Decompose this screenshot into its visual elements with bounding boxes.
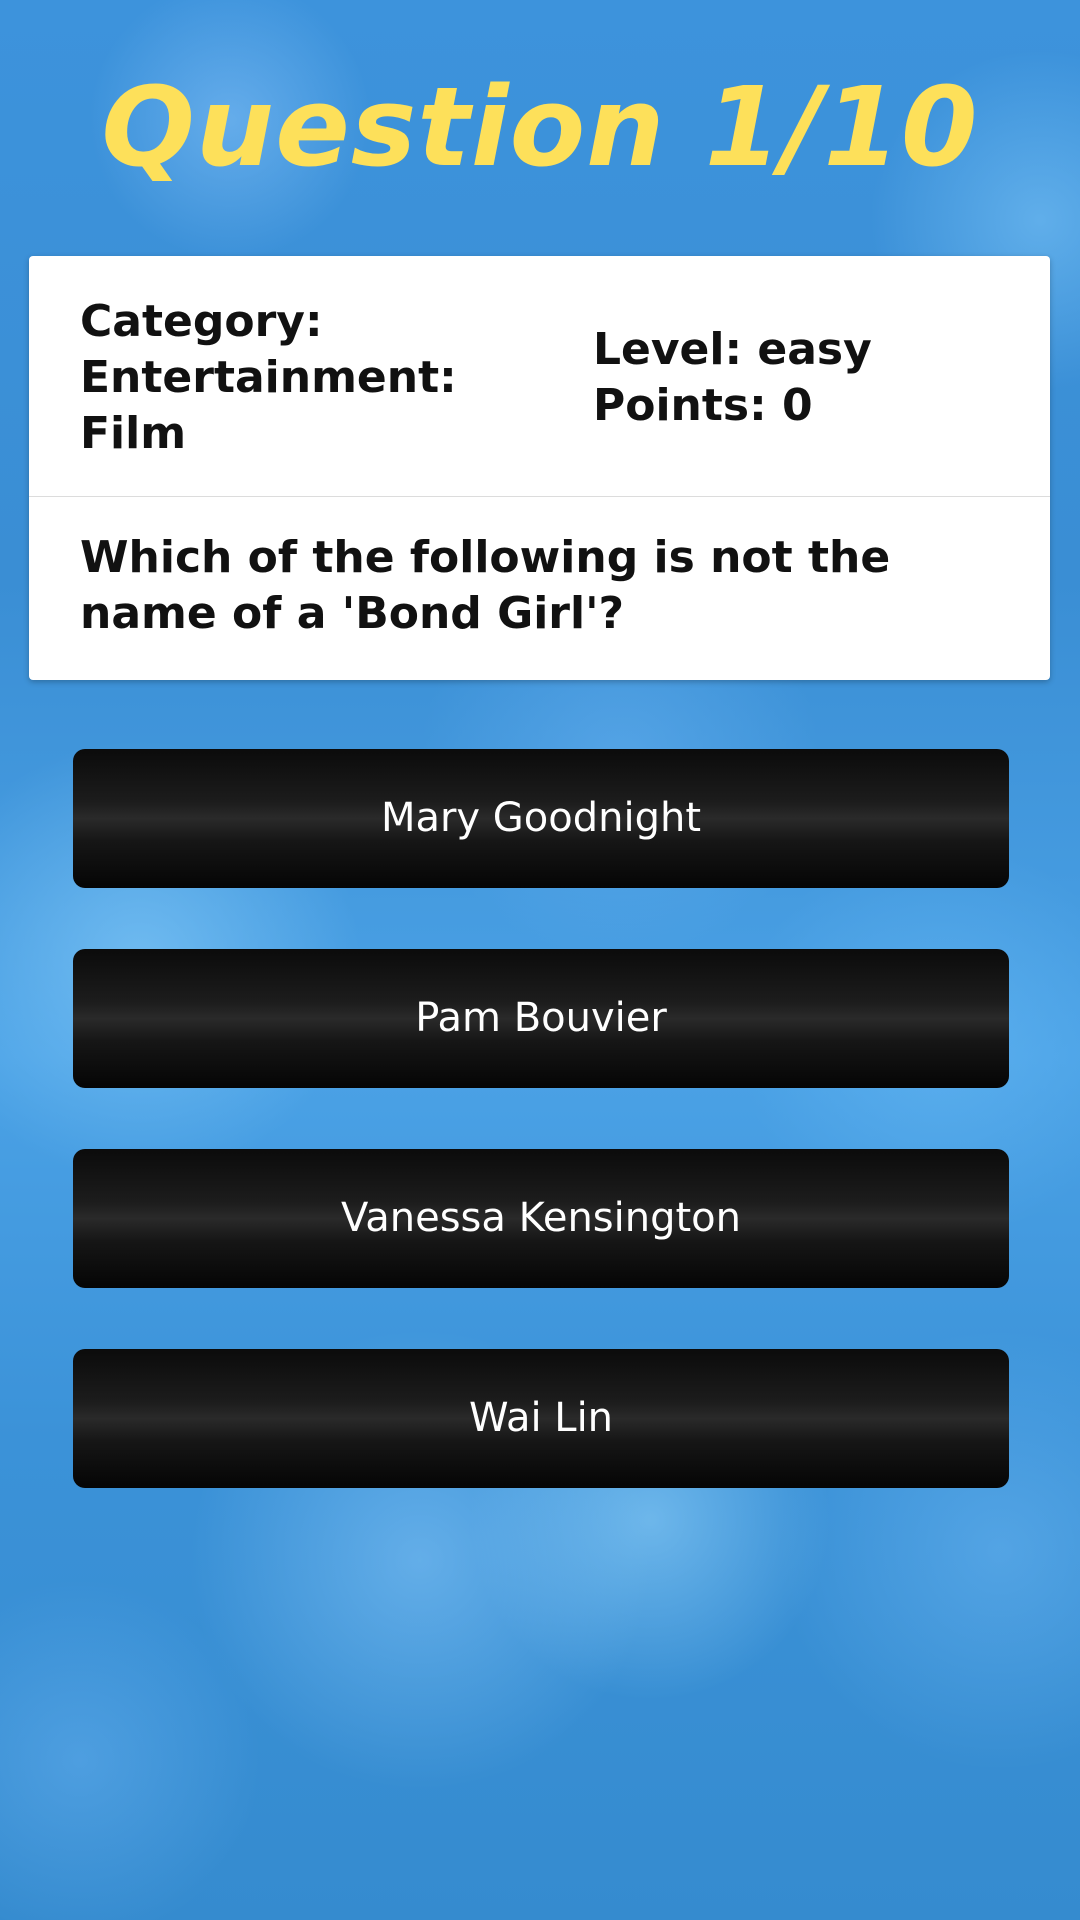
answer-button-1[interactable]: Mary Goodnight <box>73 749 1009 888</box>
category-label: Category: <box>80 296 323 347</box>
category-text: Category: Entertainment: Film <box>80 294 500 462</box>
question-info-section: Category: Entertainment: Film Level: eas… <box>29 256 1050 497</box>
answer-button-3[interactable]: Vanessa Kensington <box>73 1149 1009 1288</box>
level-text: Level: easy <box>593 324 872 375</box>
question-meta: Level: easy Points: 0 <box>593 322 1013 434</box>
question-text: Which of the following is not the name o… <box>80 532 891 639</box>
answer-button-4[interactable]: Wai Lin <box>73 1349 1009 1488</box>
answer-button-2[interactable]: Pam Bouvier <box>73 949 1009 1088</box>
category-value: Entertainment: Film <box>80 352 457 459</box>
question-card: Category: Entertainment: Film Level: eas… <box>29 256 1050 680</box>
page-title: Question 1/10 <box>101 63 979 191</box>
points-text: Points: 0 <box>593 380 813 431</box>
